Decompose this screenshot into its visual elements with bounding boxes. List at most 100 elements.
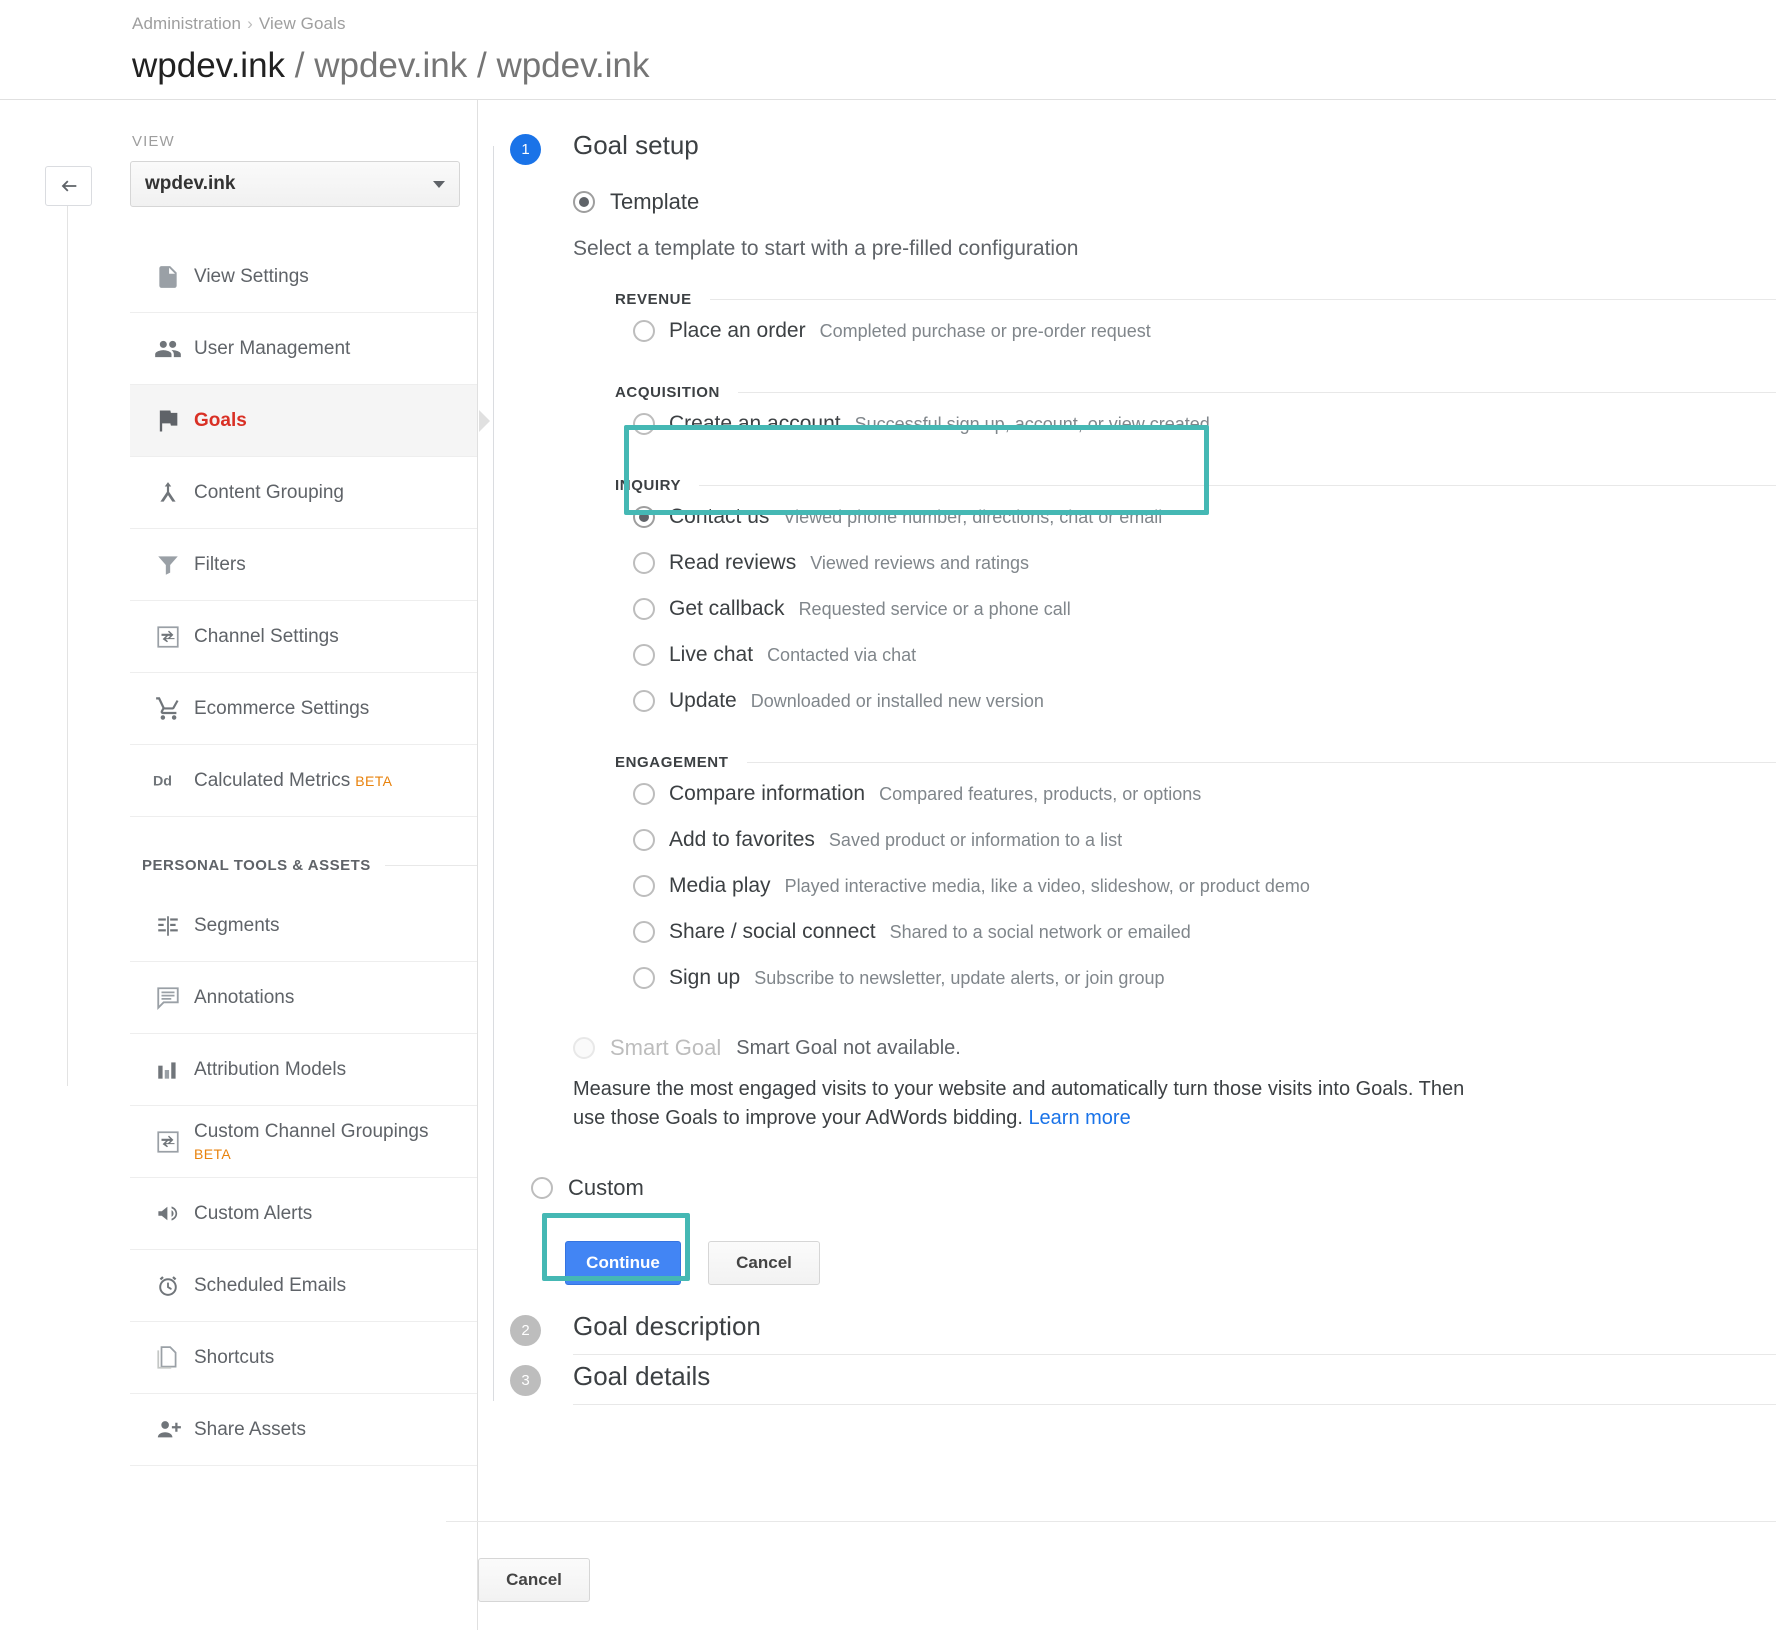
group-acquisition-title: ACQUISITION xyxy=(615,384,720,401)
template-option-update[interactable]: Update Downloaded or installed new versi… xyxy=(615,678,1776,724)
alarm-clock-icon xyxy=(142,1273,194,1299)
template-option-contact-us[interactable]: Contact us Viewed phone number, directio… xyxy=(615,494,1776,540)
step-3-badge: 3 xyxy=(510,1365,541,1396)
template-option-sign-up[interactable]: Sign up Subscribe to newsletter, update … xyxy=(615,955,1776,1001)
sidebar-item-filters[interactable]: Filters xyxy=(130,529,478,601)
group-inquiry-title: INQUIRY xyxy=(615,477,682,494)
continue-button[interactable]: Continue xyxy=(565,1241,681,1285)
sidebar-item-custom-alerts[interactable]: Custom Alerts xyxy=(130,1178,478,1250)
sidebar-item-label: Ecommerce Settings xyxy=(194,697,370,719)
template-option-name: Get callback xyxy=(669,597,785,620)
radio-update[interactable] xyxy=(633,690,655,712)
template-option-place-an-order[interactable]: Place an order Completed purchase or pre… xyxy=(615,308,1776,354)
radio-compare-information[interactable] xyxy=(633,783,655,805)
template-option-desc: Requested service or a phone call xyxy=(798,598,1071,619)
template-option-live-chat[interactable]: Live chat Contacted via chat xyxy=(615,632,1776,678)
back-button[interactable] xyxy=(45,166,92,206)
breadcrumb-administration[interactable]: Administration xyxy=(132,14,241,33)
step-divider xyxy=(573,1404,1776,1405)
sidebar-item-shortcuts[interactable]: Shortcuts xyxy=(130,1322,478,1394)
step-1-badge: 1 xyxy=(510,134,541,165)
sidebar-item-label: Shortcuts xyxy=(194,1346,275,1368)
learn-more-link[interactable]: Learn more xyxy=(1028,1107,1130,1129)
step-3-header[interactable]: 3 Goal details xyxy=(510,1361,1776,1396)
sidebar-item-channel-settings[interactable]: Channel Settings xyxy=(130,601,478,673)
section-divider xyxy=(384,865,478,866)
template-option-compare-information[interactable]: Compare information Compared features, p… xyxy=(615,771,1776,817)
sidebar-item-calculated-metrics[interactable]: Dd Calculated Metrics BETA xyxy=(130,745,478,817)
template-option-name: Create an account xyxy=(669,412,841,435)
sidebar-item-label: Custom Alerts xyxy=(194,1202,313,1224)
template-option-get-callback[interactable]: Get callback Requested service or a phon… xyxy=(615,586,1776,632)
radio-contact-us[interactable] xyxy=(633,506,655,528)
step-2-header[interactable]: 2 Goal description xyxy=(510,1311,1776,1346)
template-option-share-social-connect[interactable]: Share / social connect Shared to a socia… xyxy=(615,909,1776,955)
sidebar-item-annotations[interactable]: Annotations xyxy=(130,962,478,1034)
template-option-name: Place an order xyxy=(669,319,806,342)
personal-tools-section-header: PERSONAL TOOLS & ASSETS xyxy=(130,817,478,890)
template-option-add-to-favorites[interactable]: Add to favorites Saved product or inform… xyxy=(615,817,1776,863)
flag-icon xyxy=(142,407,194,435)
template-option-media-play[interactable]: Media play Played interactive media, lik… xyxy=(615,863,1776,909)
template-option-desc: Downloaded or installed new version xyxy=(750,690,1044,711)
body-area: VIEW wpdev.ink View Settings User Manage… xyxy=(0,100,1776,1630)
chevron-down-icon xyxy=(433,180,445,188)
shopping-cart-icon xyxy=(142,695,194,722)
breadcrumb-separator: › xyxy=(247,14,253,33)
sidebar-item-view-settings[interactable]: View Settings xyxy=(130,241,478,313)
template-radio-label: Template xyxy=(610,189,700,214)
sidebar-item-content-grouping[interactable]: Content Grouping xyxy=(130,457,478,529)
funnel-icon xyxy=(142,552,194,578)
breadcrumb: Administration › View Goals xyxy=(132,14,1776,34)
smart-goal-row: Smart Goal Smart Goal not available. xyxy=(573,1035,1776,1061)
radio-media-play[interactable] xyxy=(633,875,655,897)
group-engagement-header: ENGAGEMENT xyxy=(615,754,1776,771)
sidebar-item-label: Scheduled Emails xyxy=(194,1274,347,1296)
sidebar-item-user-management[interactable]: User Management xyxy=(130,313,478,385)
sidebar-item-scheduled-emails[interactable]: Scheduled Emails xyxy=(130,1250,478,1322)
step-divider xyxy=(573,1354,1776,1355)
step-1-header: 1 Goal setup xyxy=(510,130,1776,165)
sidebar-item-attribution-models[interactable]: Attribution Models xyxy=(130,1034,478,1106)
footer-cancel-button[interactable]: Cancel xyxy=(478,1558,590,1602)
sidebar-item-goals[interactable]: Goals xyxy=(130,385,490,457)
sidebar-item-label: Custom Channel Groupings BETA xyxy=(194,1121,429,1162)
step-1-actions: Continue Cancel xyxy=(565,1241,1776,1285)
radio-sign-up[interactable] xyxy=(633,967,655,989)
personal-tools-section-title: PERSONAL TOOLS & ASSETS xyxy=(142,857,371,874)
sidebar-item-segments[interactable]: Segments xyxy=(130,890,478,962)
template-option-desc: Viewed phone number, directions, chat or… xyxy=(783,506,1163,527)
radio-add-to-favorites[interactable] xyxy=(633,829,655,851)
radio-place-an-order[interactable] xyxy=(633,320,655,342)
custom-radio[interactable] xyxy=(531,1177,553,1199)
radio-share-social-connect[interactable] xyxy=(633,921,655,943)
breadcrumb-view-goals[interactable]: View Goals xyxy=(259,14,346,33)
people-icon xyxy=(142,335,194,363)
view-select[interactable]: wpdev.ink xyxy=(130,161,460,207)
sidebar: VIEW wpdev.ink View Settings User Manage… xyxy=(120,100,490,1630)
radio-get-callback[interactable] xyxy=(633,598,655,620)
sidebar-item-share-assets[interactable]: Share Assets xyxy=(130,1394,478,1466)
radio-create-an-account[interactable] xyxy=(633,413,655,435)
custom-radio-row[interactable]: Custom xyxy=(531,1175,1776,1201)
radio-live-chat[interactable] xyxy=(633,644,655,666)
template-radio[interactable] xyxy=(573,191,595,213)
page-title-path: / wpdev.ink / wpdev.ink xyxy=(294,46,650,85)
smart-goal-description: Measure the most engaged visits to your … xyxy=(573,1075,1488,1133)
sidebar-item-custom-channel-groupings[interactable]: Custom Channel Groupings BETA xyxy=(130,1106,478,1178)
template-option-read-reviews[interactable]: Read reviews Viewed reviews and ratings xyxy=(615,540,1776,586)
bar-chart-icon xyxy=(142,1057,194,1083)
radio-read-reviews[interactable] xyxy=(633,552,655,574)
template-radio-row[interactable]: Template xyxy=(573,189,1776,215)
template-option-name: Live chat xyxy=(669,643,754,666)
step-1-title: Goal setup xyxy=(573,130,699,160)
group-divider xyxy=(746,762,1776,763)
beta-badge: BETA xyxy=(194,1145,232,1162)
megaphone-icon xyxy=(142,1200,194,1227)
sidebar-item-ecommerce-settings[interactable]: Ecommerce Settings xyxy=(130,673,478,745)
segments-icon xyxy=(142,913,194,939)
cancel-button[interactable]: Cancel xyxy=(708,1241,820,1285)
template-option-create-an-account[interactable]: Create an account Successful sign up, ac… xyxy=(615,401,1776,447)
step-2-badge: 2 xyxy=(510,1315,541,1346)
dd-icon: Dd xyxy=(142,771,194,791)
